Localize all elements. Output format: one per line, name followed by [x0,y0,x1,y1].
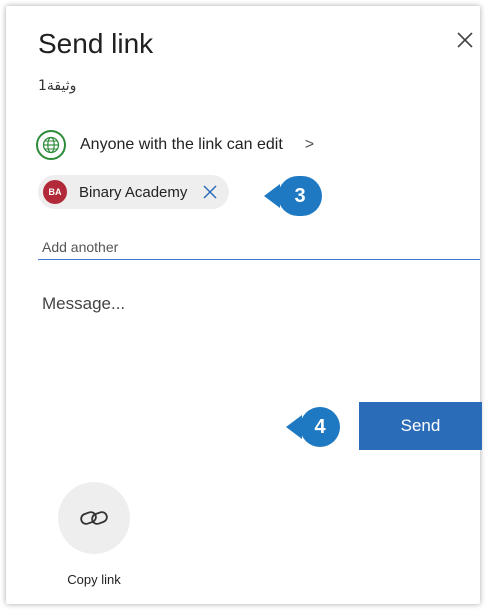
link-icon [80,511,108,525]
add-recipient-input[interactable] [38,234,480,260]
callout-badge-3: 3 [264,176,322,216]
copy-link-label: Copy link [67,572,121,587]
close-button[interactable] [453,28,477,52]
permission-label: Anyone with the link can edit [80,136,283,153]
link-permission-setting[interactable]: Anyone with the link can edit > [36,130,314,160]
globe-icon [36,130,66,160]
dialog-title: Send link [38,28,154,59]
copy-link-button[interactable] [58,482,130,554]
close-icon [203,185,217,199]
avatar: BA [43,180,67,204]
callout-badge-4: 4 [286,407,340,447]
close-icon [457,32,473,48]
message-input[interactable] [38,294,478,374]
send-button[interactable]: Send [359,402,482,450]
remove-recipient-button[interactable] [203,185,217,199]
send-link-dialog: Send link وثيقة1 Anyone with the link ca… [6,6,482,604]
recipient-chip: BA Binary Academy [38,175,230,209]
document-name: وثيقة1 [38,78,77,94]
chevron-right-icon: > [304,136,315,153]
recipient-name: Binary Academy [79,183,188,201]
